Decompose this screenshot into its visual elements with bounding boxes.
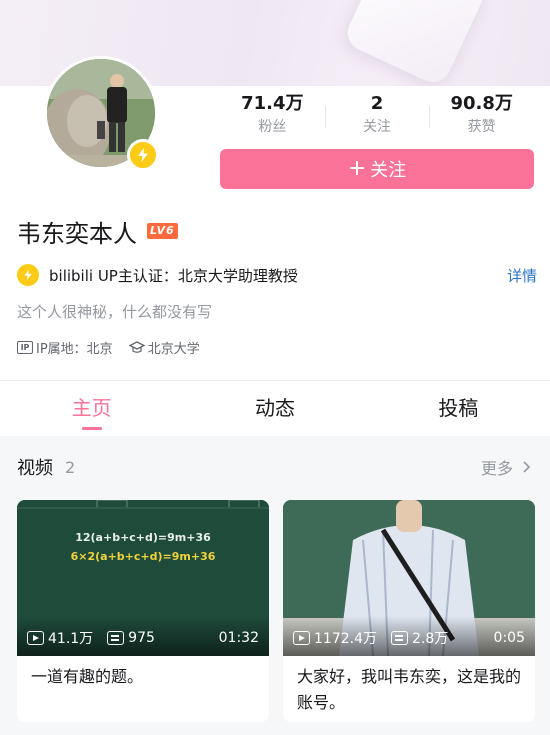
school-tag[interactable]: 北京大学 xyxy=(128,338,200,357)
video-card[interactable]: 1172.4万 2.8万 0:05 大家好，我叫韦东奕，这是我的账号。 xyxy=(283,500,535,722)
verified-badge-icon xyxy=(127,139,159,171)
stat-fans[interactable]: 71.4万 粉丝 xyxy=(220,92,325,142)
banner-decoration xyxy=(341,0,489,86)
video-meta: 1172.4万 2.8万 0:05 xyxy=(293,628,525,648)
stat-value: 90.8万 xyxy=(450,93,513,114)
stat-label: 关注 xyxy=(363,119,391,135)
graduation-cap-icon xyxy=(128,340,145,353)
ip-location-tag: IP IP属地：北京 xyxy=(17,338,113,357)
stat-following[interactable]: 2 关注 xyxy=(324,92,430,142)
danmaku-count: 975 xyxy=(107,630,155,646)
play-count-text: 41.1万 xyxy=(48,631,94,647)
video-card[interactable]: 12(a+b+c+d)=9m+36 6×2(a+b+c+d)=9m+36 41.… xyxy=(17,500,269,722)
duration: 0:05 xyxy=(493,630,525,646)
danmaku-count: 2.8万 xyxy=(391,628,448,648)
videos-section-header: 视频 2 更多 xyxy=(17,454,533,480)
danmaku-icon xyxy=(107,631,125,645)
follow-button[interactable]: + 关注 xyxy=(220,149,534,189)
video-title: 一道有趣的题。 xyxy=(31,667,144,686)
section-count: 2 xyxy=(65,457,76,477)
stat-label: 获赞 xyxy=(467,119,496,135)
ip-icon: IP xyxy=(17,341,33,354)
username: 韦东奕本人 xyxy=(17,219,137,248)
level-badge: LV6 xyxy=(147,223,178,239)
play-count-text: 1172.4万 xyxy=(314,631,377,647)
signature: 这个人很神秘，什么都没有写 xyxy=(17,303,213,321)
school-text: 北京大学 xyxy=(147,342,200,357)
video-title: 大家好，我叫韦东奕，这是我的账号。 xyxy=(297,667,522,712)
stat-value: 71.4万 xyxy=(241,93,304,114)
follow-label: 关注 xyxy=(370,160,407,181)
tab-dynamic[interactable]: 动态 xyxy=(183,381,366,436)
profile-tabs: 主页 动态 投稿 xyxy=(0,381,550,436)
chevron-right-icon xyxy=(523,461,531,473)
plus-icon: + xyxy=(347,156,367,181)
profile-stats: 71.4万 粉丝 2 关注 90.8万 获赞 xyxy=(220,92,534,142)
video-thumbnail: 12(a+b+c+d)=9m+36 6×2(a+b+c+d)=9m+36 41.… xyxy=(17,500,269,656)
more-label: 更多 xyxy=(480,459,513,478)
stat-label: 粉丝 xyxy=(258,119,287,135)
more-link[interactable]: 更多 xyxy=(481,455,533,479)
play-icon xyxy=(27,631,44,645)
certification-text: bilibili UP主认证：北京大学助理教授 xyxy=(49,266,298,285)
video-meta: 41.1万 975 01:32 xyxy=(27,628,259,648)
video-thumbnail: 1172.4万 2.8万 0:05 xyxy=(283,500,535,656)
certification-row: bilibili UP主认证：北京大学助理教授 详情 xyxy=(17,262,537,288)
danmaku-count-text: 975 xyxy=(128,630,155,646)
home-content: 视频 2 更多 12(a+b+c+d)=9m+36 6×2(a+b+c+d)=9… xyxy=(0,436,550,735)
duration: 01:32 xyxy=(218,630,259,646)
profile-tags: IP IP属地：北京 北京大学 xyxy=(17,338,216,357)
tab-uploads[interactable]: 投稿 xyxy=(367,381,550,436)
ip-location-text: IP属地：北京 xyxy=(36,342,113,357)
cert-detail-link[interactable]: 详情 xyxy=(507,265,537,286)
play-count: 41.1万 xyxy=(27,628,93,648)
name-row: 韦东奕本人 LV6 xyxy=(17,213,178,249)
danmaku-icon xyxy=(391,631,408,645)
section-title: 视频 xyxy=(17,458,53,479)
play-count: 1172.4万 xyxy=(293,628,377,648)
lightning-icon xyxy=(17,264,39,286)
stat-value: 2 xyxy=(370,93,384,114)
tab-home[interactable]: 主页 xyxy=(0,381,183,436)
danmaku-count-text: 2.8万 xyxy=(412,631,449,647)
board-equation-2: 6×2(a+b+c+d)=9m+36 xyxy=(70,550,216,563)
play-icon xyxy=(293,631,310,645)
stat-likes[interactable]: 90.8万 获赞 xyxy=(429,92,534,142)
board-equation-1: 12(a+b+c+d)=9m+36 xyxy=(75,531,211,544)
